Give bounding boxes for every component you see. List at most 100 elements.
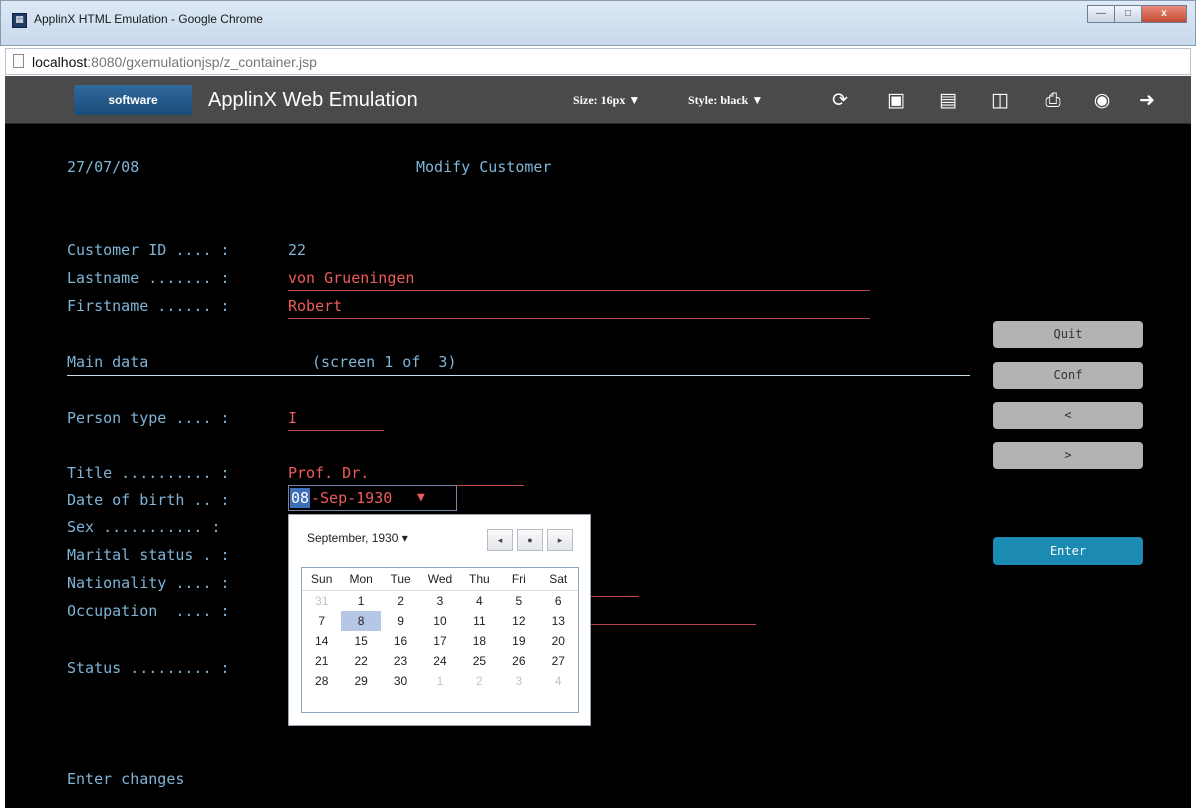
calendar-day[interactable]: 21 bbox=[302, 651, 341, 671]
calendar-day[interactable]: 2 bbox=[381, 591, 420, 611]
size-selector[interactable]: Size: 16px ▼ bbox=[573, 93, 640, 108]
title-label: Title .......... : bbox=[67, 464, 239, 482]
calendar-next-button[interactable]: ▸ bbox=[547, 529, 573, 551]
close-button[interactable]: x bbox=[1141, 5, 1187, 23]
url-text[interactable]: localhost:8080/gxemulationjsp/z_containe… bbox=[32, 54, 317, 70]
window-controls: — □ x bbox=[1087, 5, 1187, 23]
footer-message: Enter changes bbox=[67, 770, 185, 788]
section-screen: (screen 1 of 3) bbox=[312, 353, 457, 371]
style-value: black bbox=[720, 93, 749, 107]
nationality-underline bbox=[591, 596, 639, 597]
calendar-grid: Sun Mon Tue Wed Thu Fri Sat 31 1 2 3 4 5… bbox=[301, 567, 579, 713]
calendar-day[interactable]: 28 bbox=[302, 671, 341, 691]
calendar-day[interactable]: 30 bbox=[381, 671, 420, 691]
nationality-label: Nationality .... : bbox=[67, 574, 239, 592]
style-selector[interactable]: Style: black ▼ bbox=[688, 93, 763, 108]
copy-icon[interactable]: ▤ bbox=[936, 88, 960, 112]
title-field[interactable]: Prof. Dr. bbox=[288, 464, 369, 482]
calendar-day[interactable]: 1 bbox=[420, 671, 459, 691]
window-titlebar: ▦ ApplinX HTML Emulation - Google Chrome… bbox=[0, 0, 1196, 46]
calendar-day[interactable]: 4 bbox=[460, 591, 499, 611]
calendar-day[interactable]: 25 bbox=[460, 651, 499, 671]
print-icon[interactable]: ⎙ bbox=[1041, 88, 1065, 112]
next-page-button[interactable]: > bbox=[993, 442, 1143, 469]
calendar-day[interactable]: 19 bbox=[499, 631, 538, 651]
calendar-day[interactable]: 12 bbox=[499, 611, 538, 631]
calendar-prev-button[interactable]: ◂ bbox=[487, 529, 513, 551]
folder-icon[interactable]: ◫ bbox=[988, 88, 1012, 112]
calendar-day[interactable]: 13 bbox=[539, 611, 578, 631]
calendar-week: 21 22 23 24 25 26 27 bbox=[302, 651, 578, 671]
url-host: localhost bbox=[32, 54, 88, 70]
calendar-day[interactable]: 3 bbox=[499, 671, 538, 691]
calendar-day[interactable]: 26 bbox=[499, 651, 538, 671]
section-label: Main data bbox=[67, 353, 149, 371]
calendar-day[interactable]: 17 bbox=[420, 631, 459, 651]
conf-button[interactable]: Conf bbox=[993, 362, 1143, 389]
calendar-day[interactable]: 10 bbox=[420, 611, 459, 631]
firstname-label: Firstname ...... : bbox=[67, 297, 239, 315]
calendar-day[interactable]: 18 bbox=[460, 631, 499, 651]
emulation-header: ​software ApplinX Web Emulation Size: 16… bbox=[5, 76, 1191, 124]
calendar-day[interactable]: 23 bbox=[381, 651, 420, 671]
calendar-day-selected[interactable]: 8 bbox=[341, 611, 381, 631]
calendar-week: 28 29 30 1 2 3 4 bbox=[302, 671, 578, 691]
weekday-label: Mon bbox=[349, 572, 373, 586]
calendar-day[interactable]: 6 bbox=[539, 591, 578, 611]
customer-id-value: 22 bbox=[288, 241, 307, 259]
address-bar[interactable]: localhost:8080/gxemulationjsp/z_containe… bbox=[5, 48, 1191, 75]
calendar-day[interactable]: 16 bbox=[381, 631, 420, 651]
size-value: 16px bbox=[600, 93, 626, 107]
lastname-field[interactable]: von Grueningen bbox=[288, 269, 414, 287]
refresh-icon[interactable]: ⟳ bbox=[828, 88, 852, 112]
dropdown-arrow-icon[interactable]: ▼ bbox=[417, 488, 425, 508]
calendar-day[interactable]: 7 bbox=[302, 611, 341, 631]
calendar-day[interactable]: 2 bbox=[460, 671, 499, 691]
status-label: Status ......... : bbox=[67, 659, 239, 677]
calendar-day[interactable]: 15 bbox=[341, 631, 380, 651]
weekday-label: Tue bbox=[390, 572, 411, 586]
firstname-underline bbox=[288, 318, 870, 319]
calendar-day[interactable]: 22 bbox=[341, 651, 380, 671]
customer-id-label: Customer ID .... : bbox=[67, 241, 239, 259]
firstname-field[interactable]: Robert bbox=[288, 297, 342, 315]
person-type-field[interactable]: I bbox=[288, 409, 297, 427]
software-logo: ​software bbox=[74, 85, 192, 115]
camera-icon[interactable]: ◉ bbox=[1090, 88, 1114, 112]
screen-date: 27/07/08 bbox=[67, 158, 140, 176]
calendar-day[interactable]: 1 bbox=[341, 591, 380, 611]
calendar-today-button[interactable]: ● bbox=[517, 529, 543, 551]
emulation-title: ApplinX Web Emulation bbox=[208, 89, 418, 111]
calendar-day[interactable]: 14 bbox=[302, 631, 341, 651]
calendar-day[interactable]: 11 bbox=[460, 611, 499, 631]
calendar-nav: ◂ ● ▸ bbox=[487, 529, 577, 551]
calendar-week: 14 15 16 17 18 19 20 bbox=[302, 631, 578, 651]
exit-icon[interactable]: ➜ bbox=[1135, 88, 1159, 112]
dob-day-selection[interactable]: 08 bbox=[290, 488, 311, 508]
weekday-label: Sat bbox=[549, 572, 568, 586]
calendar-day[interactable]: 31 bbox=[302, 591, 341, 611]
calendar-day[interactable]: 29 bbox=[341, 671, 380, 691]
marital-status-label: Marital status . : bbox=[67, 546, 239, 564]
occupation-underline bbox=[591, 624, 756, 625]
dob-month-year[interactable]: -Sep-1930 bbox=[311, 488, 392, 508]
calendar-month-selector[interactable]: September, 1930 ▾ bbox=[307, 531, 408, 545]
window-title: ApplinX HTML Emulation - Google Chrome bbox=[34, 12, 263, 26]
chevron-down-icon: ▼ bbox=[628, 93, 641, 107]
calendar-day[interactable]: 24 bbox=[420, 651, 459, 671]
maximize-button[interactable]: □ bbox=[1114, 5, 1142, 23]
calendar-day[interactable]: 27 bbox=[539, 651, 578, 671]
size-label: Size: bbox=[573, 93, 598, 107]
macro-icon[interactable]: ▣ bbox=[884, 88, 908, 112]
person-type-underline bbox=[288, 430, 384, 431]
calendar-day[interactable]: 5 bbox=[499, 591, 538, 611]
calendar-day[interactable]: 4 bbox=[539, 671, 578, 691]
calendar-day[interactable]: 20 bbox=[539, 631, 578, 651]
calendar-day[interactable]: 3 bbox=[420, 591, 459, 611]
date-of-birth-input[interactable]: 08 -Sep-1930 ▼ bbox=[288, 485, 457, 511]
minimize-button[interactable]: — bbox=[1087, 5, 1115, 23]
quit-button[interactable]: Quit bbox=[993, 321, 1143, 348]
calendar-day[interactable]: 9 bbox=[381, 611, 420, 631]
enter-button[interactable]: Enter bbox=[993, 537, 1143, 565]
prev-page-button[interactable]: < bbox=[993, 402, 1143, 429]
